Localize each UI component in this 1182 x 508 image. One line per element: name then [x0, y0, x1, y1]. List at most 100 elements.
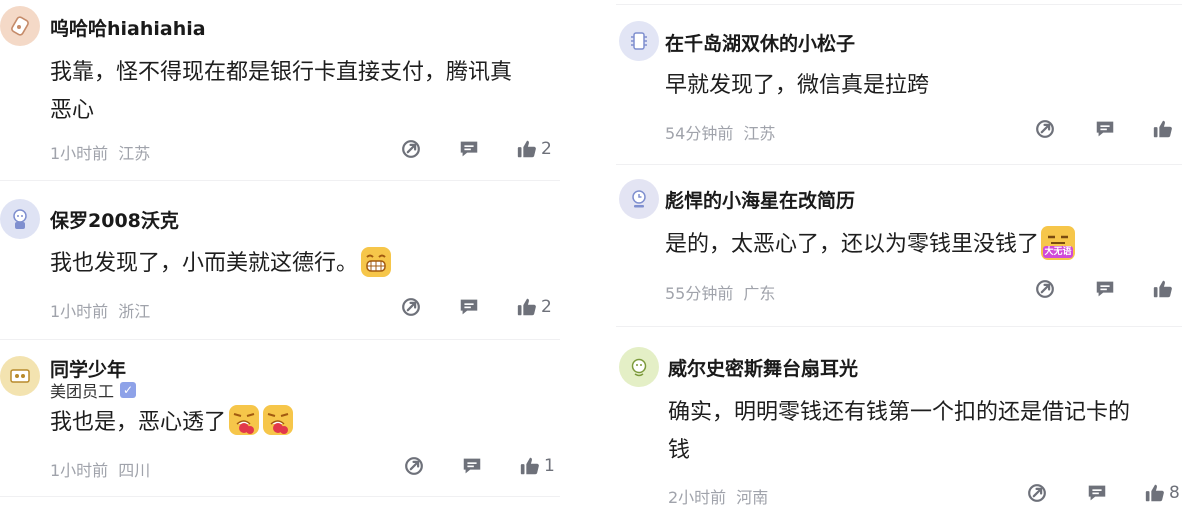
comment-item: 呜哈哈hiahiahia 我靠，怪不得现在都是银行卡直接支付，腾讯真 恶心 1小… — [0, 0, 560, 180]
comment-time: 1小时前 — [50, 461, 109, 480]
like-count: 2 — [541, 297, 552, 317]
username[interactable]: 呜哈哈hiahiahia — [50, 14, 206, 41]
like-button[interactable] — [1152, 118, 1177, 140]
comment-meta: 2小时前 河南 — [668, 484, 768, 508]
spit-emoji-icon — [228, 404, 260, 436]
divider — [0, 496, 560, 497]
verified-check-icon: ✓ — [120, 382, 137, 398]
employee-badge: 美团员工 ✓ — [50, 378, 137, 402]
avatar[interactable] — [619, 179, 659, 219]
comment-time: 2小时前 — [668, 488, 727, 507]
like-button[interactable]: 2 — [516, 138, 552, 160]
share-icon — [1026, 482, 1048, 504]
badge-label: 美团员工 — [50, 382, 115, 401]
share-icon — [400, 138, 422, 160]
speechless-sticker: 大无语 — [1041, 226, 1076, 260]
username[interactable]: 在千岛湖双休的小松子 — [665, 29, 855, 56]
comment-actions: 8 — [1026, 482, 1180, 504]
share-icon — [1034, 118, 1056, 140]
comment-item: 在千岛湖双休的小松子 早就发现了，微信真是拉跨 54分钟前 江苏 — [606, 5, 1182, 165]
comment-actions — [1034, 118, 1177, 140]
comment-text: 是的，太恶心了，还以为零钱里没钱了 大无语 — [665, 226, 1175, 264]
username[interactable]: 威尔史密斯舞台扇耳光 — [668, 354, 858, 381]
comment-text-line: 确实，明明零钱还有钱第一个扣的还是借记卡的 — [668, 400, 1131, 425]
like-button[interactable]: 2 — [516, 296, 552, 318]
like-count: 2 — [541, 139, 552, 159]
comment-text-line: 我也发现了，小而美就这德行。 — [50, 251, 359, 276]
comment-text: 我也是，恶心透了 — [50, 404, 560, 442]
comment-text-line: 恶心 — [50, 98, 95, 123]
comment-location: 江苏 — [118, 144, 151, 163]
reply-button[interactable] — [461, 455, 519, 477]
share-icon — [403, 455, 425, 477]
thumbs-up-icon — [1152, 118, 1174, 140]
share-button[interactable] — [400, 296, 458, 318]
spit-emoji-icon — [262, 404, 294, 436]
comment-icon — [461, 455, 483, 477]
comment-text-line: 我靠，怪不得现在都是银行卡直接支付，腾讯真 — [50, 60, 513, 85]
avatar-cassette-icon — [10, 369, 30, 383]
comment-actions: 2 — [400, 296, 552, 318]
comment-time: 54分钟前 — [665, 124, 734, 143]
comment-actions: 2 — [400, 138, 552, 160]
comment-item: 保罗2008沃克 我也发现了，小而美就这德行。 1小时前 浙江 2 — [0, 181, 560, 339]
avatar-chip-icon — [631, 32, 647, 50]
comment-meta: 1小时前 四川 — [50, 457, 150, 481]
comment-time: 1小时前 — [50, 302, 109, 321]
comment-time: 55分钟前 — [665, 284, 734, 303]
comment-meta: 54分钟前 江苏 — [665, 120, 775, 144]
comment-time: 1小时前 — [50, 144, 109, 163]
comment-icon — [458, 138, 480, 160]
share-button[interactable] — [1034, 118, 1094, 140]
like-button[interactable]: 1 — [519, 455, 555, 477]
avatar[interactable] — [619, 347, 659, 387]
like-count: 1 — [544, 456, 555, 476]
thumbs-up-icon — [516, 296, 538, 318]
share-icon — [400, 296, 422, 318]
share-button[interactable] — [1034, 278, 1094, 300]
thumbs-up-icon — [1152, 278, 1174, 300]
comment-text: 确实，明明零钱还有钱第一个扣的还是借记卡的 钱 — [668, 394, 1178, 470]
grin-emoji-icon — [360, 246, 392, 278]
avatar[interactable] — [0, 199, 40, 239]
comment-icon — [1094, 278, 1116, 300]
comment-icon — [1094, 118, 1116, 140]
comment-text-line: 钱 — [668, 438, 691, 463]
comment-location: 四川 — [118, 461, 151, 480]
share-button[interactable] — [400, 138, 458, 160]
comment-item: 彪悍的小海星在改简历 是的，太恶心了，还以为零钱里没钱了 大无语 55分钟前 广东 — [606, 165, 1182, 325]
comment-meta: 1小时前 江苏 — [50, 140, 150, 164]
comment-item: 同学少年 美团员工 ✓ 我也是，恶心透了 1小时前 四川 1 — [0, 340, 560, 508]
like-button[interactable] — [1152, 278, 1177, 300]
thumbs-up-icon — [516, 138, 538, 160]
comment-column-left: 呜哈哈hiahiahia 我靠，怪不得现在都是银行卡直接支付，腾讯真 恶心 1小… — [0, 0, 560, 508]
avatar[interactable] — [619, 21, 659, 61]
share-button[interactable] — [403, 455, 461, 477]
comment-text: 我靠，怪不得现在都是银行卡直接支付，腾讯真 恶心 — [50, 54, 560, 130]
comment-icon — [458, 296, 480, 318]
avatar[interactable] — [0, 356, 40, 396]
reply-button[interactable] — [1094, 118, 1152, 140]
like-count: 8 — [1169, 483, 1180, 503]
comment-text-line: 我也是，恶心透了 — [50, 410, 227, 435]
comment-column-right: 在千岛湖双休的小松子 早就发现了，微信真是拉跨 54分钟前 江苏 彪悍的小海星在改… — [606, 0, 1182, 508]
sticker-label: 大无语 — [1043, 246, 1074, 258]
username[interactable]: 彪悍的小海星在改简历 — [665, 186, 855, 213]
share-button[interactable] — [1026, 482, 1086, 504]
avatar[interactable] — [0, 6, 40, 46]
reply-button[interactable] — [458, 296, 516, 318]
reply-button[interactable] — [458, 138, 516, 160]
username[interactable]: 保罗2008沃克 — [50, 206, 179, 233]
avatar-bear-icon — [631, 358, 647, 377]
comment-location: 河南 — [736, 488, 769, 507]
reply-button[interactable] — [1086, 482, 1144, 504]
comment-item: 威尔史密斯舞台扇耳光 确实，明明零钱还有钱第一个扣的还是借记卡的 钱 2小时前河… — [606, 327, 1182, 508]
comment-location: 浙江 — [118, 302, 151, 321]
comment-meta: 55分钟前 广东 — [665, 280, 775, 304]
avatar-robot-icon — [13, 209, 27, 229]
avatar-bottle-icon — [11, 16, 29, 36]
comment-actions — [1034, 278, 1177, 300]
like-button[interactable]: 8 — [1144, 482, 1180, 504]
comment-location: 江苏 — [743, 124, 776, 143]
reply-button[interactable] — [1094, 278, 1152, 300]
